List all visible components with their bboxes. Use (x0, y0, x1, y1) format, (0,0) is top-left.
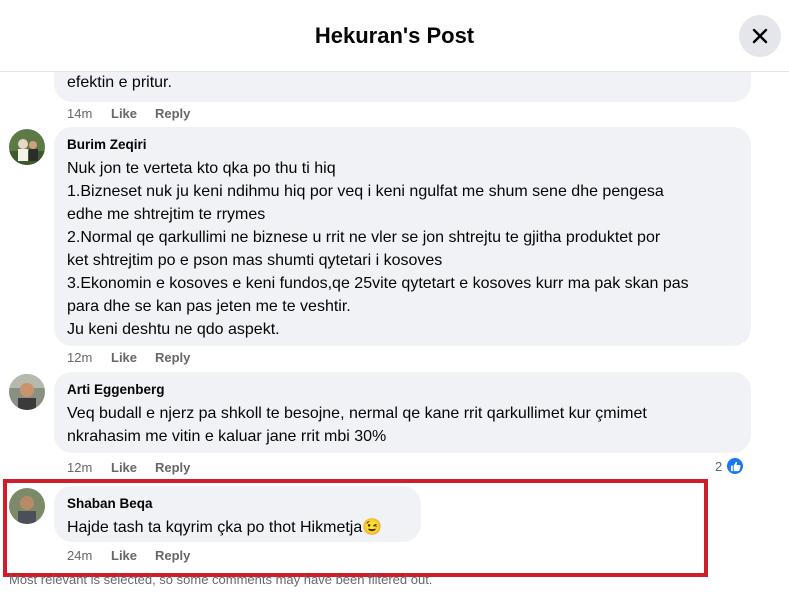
winking-face-emoji: 😉 (362, 519, 383, 536)
reply-button[interactable]: Reply (155, 350, 190, 366)
post-dialog-header: Hekuran's Post (0, 0, 789, 72)
comment-timestamp: 14m (67, 106, 93, 121)
dialog-title: Hekuran's Post (314, 22, 475, 48)
comment-text: efektin e pritur. (67, 74, 172, 91)
comment-line: 2.Normal qe qarkullimi ne biznese u rrit… (67, 229, 661, 246)
comment-timestamp: 12m (67, 350, 93, 365)
like-button[interactable]: Like (111, 548, 155, 564)
comment-line: Nuk jon te verteta kto qka po thu ti hiq (67, 160, 336, 177)
comment-bubble: Shaban Beqa Hajde tash ta kqyrim çka po … (54, 486, 421, 542)
comment-author[interactable]: Shaban Beqa (67, 495, 408, 513)
comment-line: 3.Ekonomin e kosoves e keni fundos,qe 25… (67, 275, 689, 292)
comment-author[interactable]: Burim Zeqiri (67, 136, 738, 154)
comment-actions: 12m Like Reply (67, 350, 190, 366)
reaction-count: 2 (715, 458, 723, 474)
comment-bubble: Arti Eggenberg Veq budall e njerz pa shk… (54, 372, 751, 453)
filter-note: Most relevant is selected, so some comme… (9, 572, 433, 587)
user-photo-icon (9, 129, 45, 165)
comment-line: edhe me shtrejtim te rrymes (67, 206, 266, 223)
comment-bubble: Burim Zeqiri Nuk jon te verteta kto qka … (54, 127, 751, 346)
comment-line: nkrahasim me vitin e kaluar jane rrit mb… (67, 428, 387, 445)
reaction-summary[interactable]: 2 (715, 456, 746, 476)
comment-actions: 24m Like Reply (67, 548, 190, 564)
comment-line: Ju keni deshtu ne qdo aspekt. (67, 321, 280, 338)
reply-button[interactable]: Reply (155, 106, 190, 122)
like-button[interactable]: Like (111, 460, 155, 476)
comment-timestamp: 24m (67, 548, 93, 563)
reply-button[interactable]: Reply (155, 460, 190, 476)
comment-author[interactable]: Arti Eggenberg (67, 381, 738, 399)
comment-timestamp: 12m (67, 460, 93, 475)
comment-line: Veq budall e njerz pa shkoll te besojne,… (67, 405, 647, 422)
comment-line: Hajde tash ta kqyrim çka po thot Hikmetj… (67, 516, 408, 539)
comment-actions: 14m Like Reply (67, 106, 190, 122)
comment-line: para dhe se kan pas jeten me te veshtir. (67, 298, 351, 315)
close-button[interactable] (739, 15, 781, 57)
user-photo-icon (9, 488, 45, 524)
comment-text: Hajde tash ta kqyrim çka po thot Hikmetj… (67, 519, 363, 536)
comment-line: 1.Bizneset nuk ju keni ndihmu hiq por ve… (67, 183, 664, 200)
user-photo-icon (9, 374, 45, 410)
like-button[interactable]: Like (111, 106, 155, 122)
like-button[interactable]: Like (111, 350, 155, 366)
reply-button[interactable]: Reply (155, 548, 190, 564)
comment-line: ket shtrejtim po e pson mas shumti qytet… (67, 252, 443, 269)
close-icon (752, 28, 768, 44)
avatar[interactable] (9, 129, 45, 165)
avatar[interactable] (9, 488, 45, 524)
avatar[interactable] (9, 374, 45, 410)
like-reaction-icon (725, 456, 746, 476)
comment-actions: 12m Like Reply (67, 460, 190, 476)
